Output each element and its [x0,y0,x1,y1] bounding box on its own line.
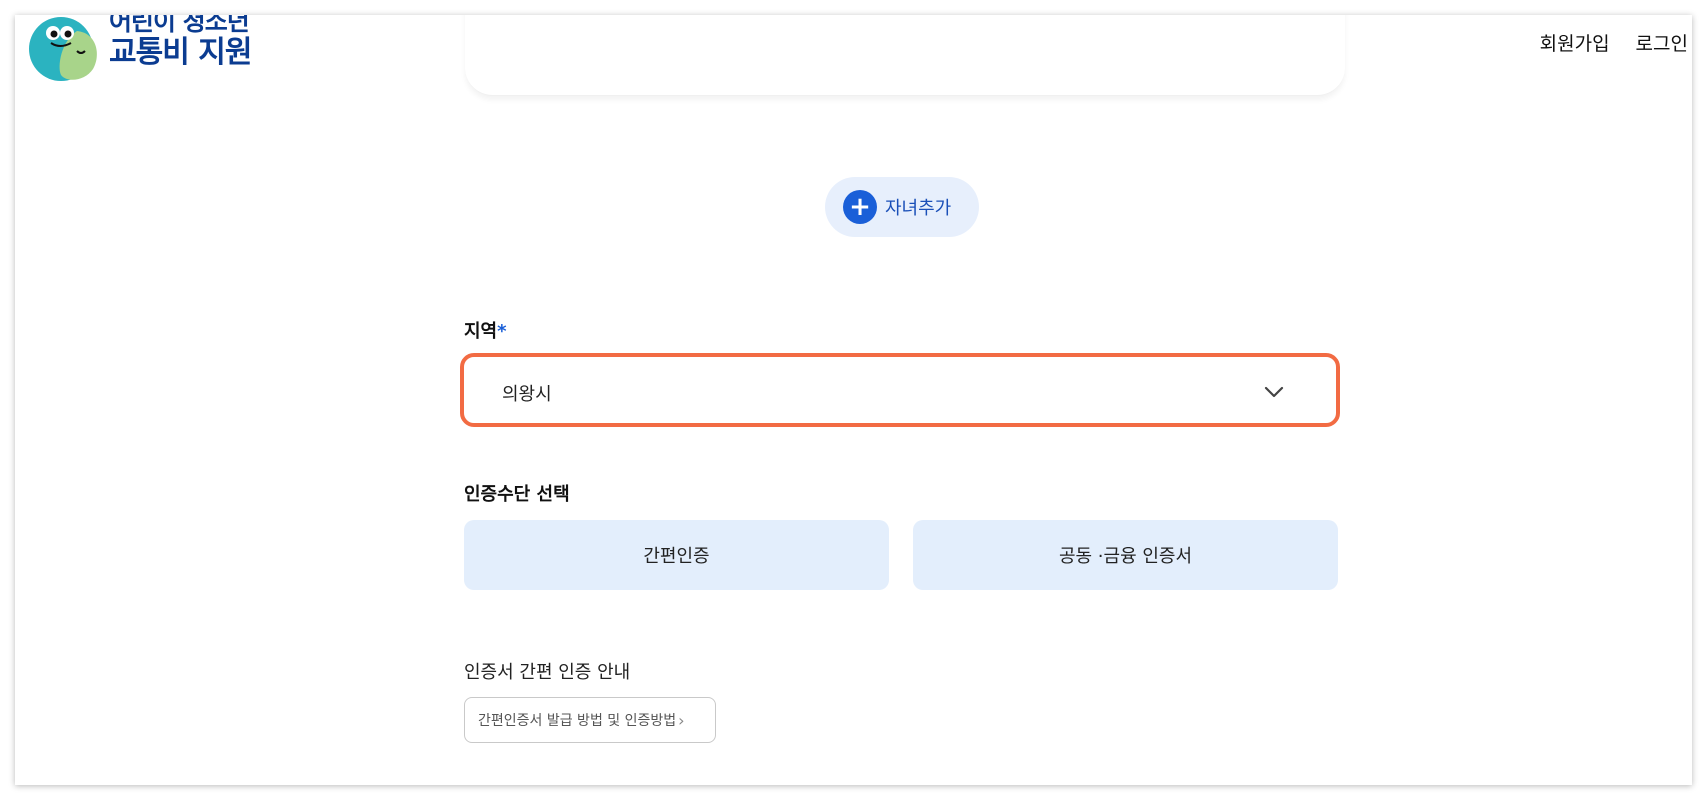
simple-auth-button[interactable]: 간편인증 [464,520,889,590]
auth-method-title: 인증수단 선택 [464,484,570,505]
add-child-button[interactable]: + 자녀추가 [825,177,979,237]
top-nav: 회원가입 로그인 [1540,29,1688,56]
region-label-text: 지역 [464,321,498,342]
chevron-down-icon [1264,386,1284,398]
add-child-label: 자녀추가 [885,198,952,219]
page-frame: 어린이 청소년 교통비 지원 회원가입 로그인 + 자녀추가 지역* 의왕시 인… [15,15,1692,785]
logo-text: 어린이 청소년 교통비 지원 [109,15,252,70]
signup-link[interactable]: 회원가입 [1540,29,1610,56]
login-link[interactable]: 로그인 [1636,29,1688,56]
region-select-value: 의왕시 [502,384,552,405]
chevron-right-icon: › [678,710,685,730]
plus-icon: + [843,190,877,224]
certificate-auth-button[interactable]: 공동 ·금융 인증서 [913,520,1338,590]
logo[interactable]: 어린이 청소년 교통비 지원 [27,15,287,91]
header: 어린이 청소년 교통비 지원 회원가입 로그인 [15,15,1692,95]
region-label: 지역* [464,317,507,343]
guide-title: 인증서 간편 인증 안내 [464,662,631,683]
logo-line1: 어린이 청소년 [109,15,250,36]
logo-line2: 교통비 지원 [109,35,252,70]
guide-link-button[interactable]: 간편인증서 발급 방법 및 인증방법 › [464,697,716,743]
required-mark: * [497,321,507,342]
logo-mascot-icon [29,17,97,81]
guide-link-label: 간편인증서 발급 방법 및 인증방법 [478,713,677,729]
region-select[interactable]: 의왕시 [460,353,1340,427]
